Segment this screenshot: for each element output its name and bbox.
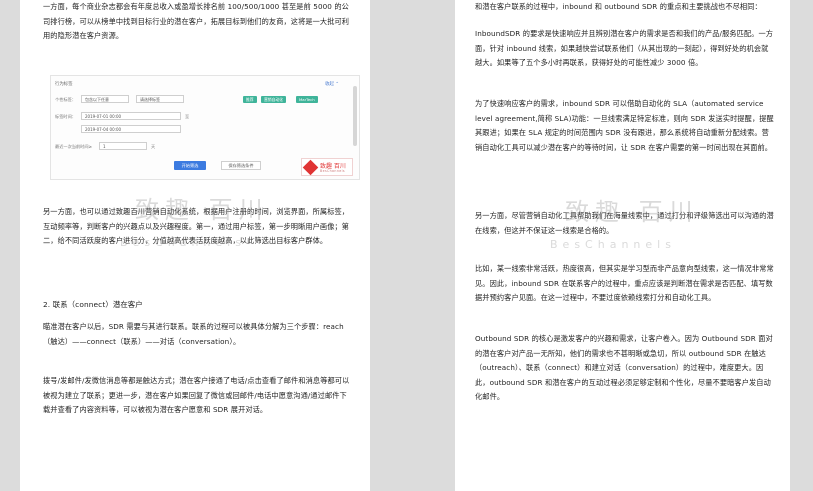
left-paragraph-4: 拨号/发邮件/发微信消息等都是触达方式；潜在客户接通了电话/点击查看了邮件和消息…	[43, 376, 350, 414]
left-page: 一方面，每个商业杂志都会有年度总收入或盈增长排名前 100/500/1000 甚…	[20, 0, 370, 491]
left-heading-connect: 2. 联系（connect）潜在客户	[43, 300, 143, 309]
right-paragraph-1: 和潜在客户联系的过程中，inbound 和 outbound SDR 的重点和主…	[475, 2, 762, 11]
shot-tag-1: 推荐	[243, 96, 257, 103]
left-paragraph-3: 瞄准潜在客户以后，SDR 需要与其进行联系。联系的过程可以被具体分解为三个步骤：…	[43, 322, 344, 346]
shot-date-end: 2019-07-04 00:00	[81, 125, 181, 133]
shot-title: 行为标签	[55, 82, 73, 87]
shot-days-unit: 天	[151, 144, 156, 149]
shot-row2-label: 标签时间：	[55, 114, 76, 119]
right-paragraph-5: 比如，某一线索非常活跃，热度很高，但其实是学习型而非产品意向型线索，这一情况非常…	[475, 264, 774, 302]
right-paragraph-4: 另一方面，尽管营销自动化工具帮助我们在海量线索中，通过打分和评级筛选出可以沟通的…	[475, 211, 774, 235]
shot-select-match: 包含以下任意	[81, 95, 129, 103]
shot-row3-label: 最近一次当前时间≥	[55, 144, 93, 149]
embedded-screenshot: 行为标签 收起 ⌃ 个性标签： 包含以下任意 请选择标签 推荐 营销自动化 Ma…	[50, 75, 360, 180]
logo-subtext: BesChannels	[320, 169, 345, 173]
right-paragraph-3: 为了快速响应客户的需求，inbound SDR 可以借助自动化的 SLA（aut…	[475, 99, 774, 152]
shot-filter-button: 开始筛选	[174, 161, 206, 170]
shot-collapse-link: 收起 ⌃	[325, 82, 339, 87]
watermark-en-right: BesChannels	[550, 238, 676, 251]
shot-tag-3: MarTech	[296, 96, 318, 103]
shot-tag-2: 营销自动化	[261, 96, 286, 103]
shot-days-input: 1	[99, 142, 147, 150]
shot-save-button: 保存筛选条件	[221, 161, 261, 170]
logo-mark-icon	[302, 159, 319, 176]
beschannels-logo: 致趣 百川 BesChannels	[301, 158, 353, 176]
shot-select-tag: 请选择标签	[136, 95, 184, 103]
shot-scrollbar	[353, 86, 357, 146]
shot-to-label: 至	[185, 114, 190, 119]
right-paragraph-2: InboundSDR 的要求是快速响应并且辨别潜在客户的需求是否和我们的产品/服…	[475, 29, 774, 67]
left-paragraph-1: 一方面，每个商业杂志都会有年度总收入或盈增长排名前 100/500/1000 甚…	[43, 2, 350, 40]
right-paragraph-6: Outbound SDR 的核心是激发客户的兴趣和需求，让客户卷入。因为 Out…	[475, 334, 773, 401]
left-paragraph-2: 另一方面，也可以通过致趣百川营销自动化系统，根据用户注册的时间，浏览界面，所属标…	[43, 207, 350, 245]
right-page: 和潜在客户联系的过程中，inbound 和 outbound SDR 的重点和主…	[455, 0, 790, 491]
shot-date-start: 2019-07-01 00:00	[81, 112, 181, 120]
shot-row1-label: 个性标签：	[55, 97, 76, 102]
